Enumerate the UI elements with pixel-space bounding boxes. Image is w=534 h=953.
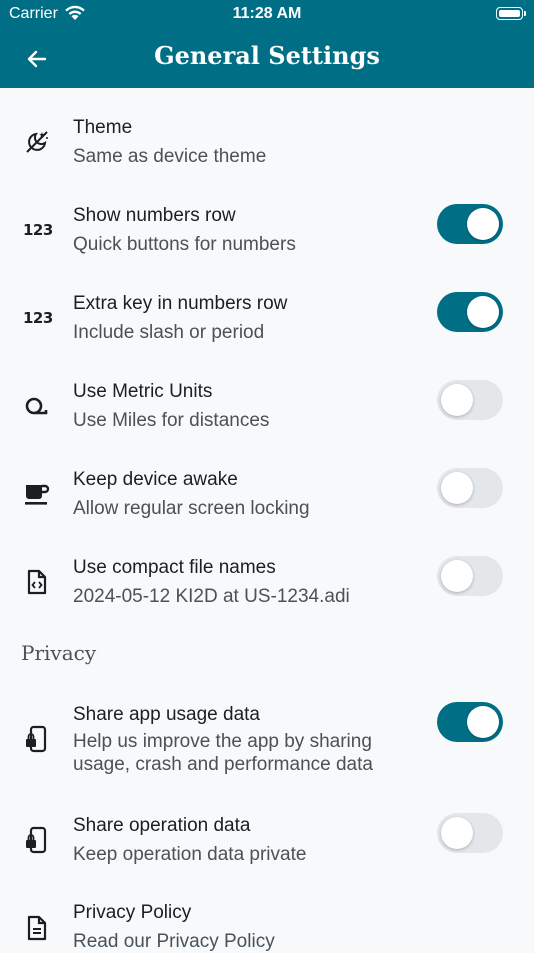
setting-title: Share app usage data [73, 704, 260, 725]
metric-units-toggle[interactable] [437, 380, 503, 420]
setting-theme[interactable]: Theme Same as device theme [0, 88, 534, 176]
document-icon [27, 915, 47, 941]
setting-metric-units[interactable]: Use Metric Units Use Miles for distances [0, 364, 534, 444]
keep-awake-toggle[interactable] [437, 468, 503, 508]
setting-subtitle: Same as device theme [73, 146, 267, 167]
setting-title: Privacy Policy [73, 902, 192, 923]
setting-subtitle: Help us improve the app by sharing usage… [73, 731, 373, 775]
coffee-icon [25, 484, 50, 505]
setting-title: Extra key in numbers row [73, 293, 288, 314]
share-operation-data-toggle[interactable] [437, 813, 503, 853]
setting-title: Keep device awake [73, 469, 238, 490]
setting-title: Theme [73, 117, 133, 138]
toggle-knob [467, 208, 499, 240]
setting-show-numbers-row[interactable]: 123 Show numbers row Quick buttons for n… [0, 188, 534, 268]
toggle-knob [467, 706, 499, 738]
toggle-knob [467, 296, 499, 328]
setting-title: Share operation data [73, 815, 251, 836]
battery-icon [496, 7, 526, 20]
share-usage-data-toggle[interactable] [437, 702, 503, 742]
numbers-icon: 123 [23, 221, 53, 239]
setting-subtitle: Include slash or period [73, 322, 265, 343]
setting-subtitle: Quick buttons for numbers [73, 234, 296, 255]
setting-compact-file-names[interactable]: Use compact file names 2024-05-12 KI2D a… [0, 540, 534, 620]
toggle-knob [441, 560, 473, 592]
code-file-icon [27, 569, 47, 595]
toggle-knob [441, 472, 473, 504]
setting-privacy-policy[interactable]: Privacy Policy Read our Privacy Policy [0, 888, 534, 952]
toggle-knob [441, 817, 473, 849]
app-bar: General Settings [0, 30, 534, 88]
setting-share-usage-data[interactable]: Share app usage data Help us improve the… [0, 688, 534, 788]
setting-subtitle: Keep operation data private [73, 844, 307, 865]
setting-subtitle: 2024-05-12 KI2D at US-1234.adi [73, 586, 350, 607]
phone-lock-icon [26, 725, 47, 753]
phone-lock-icon [26, 826, 47, 854]
extra-key-toggle[interactable] [437, 292, 503, 332]
toggle-knob [441, 384, 473, 416]
compact-file-names-toggle[interactable] [437, 556, 503, 596]
setting-extra-key[interactable]: 123 Extra key in numbers row Include sla… [0, 276, 534, 356]
status-bar: Carrier 11:28 AM [0, 0, 534, 30]
setting-subtitle: Use Miles for distances [73, 410, 270, 431]
measure-icon [25, 397, 48, 415]
setting-title: Use compact file names [73, 557, 276, 578]
setting-title: Show numbers row [73, 205, 236, 226]
setting-title: Use Metric Units [73, 381, 213, 402]
theme-icon [26, 131, 48, 153]
numbers-icon: 123 [23, 309, 53, 327]
section-header-privacy: Privacy [21, 641, 97, 665]
setting-share-operation-data[interactable]: Share operation data Keep operation data… [0, 800, 534, 880]
setting-keep-awake[interactable]: Keep device awake Allow regular screen l… [0, 452, 534, 532]
setting-subtitle: Allow regular screen locking [73, 498, 310, 519]
page-title: General Settings [154, 41, 380, 70]
show-numbers-row-toggle[interactable] [437, 204, 503, 244]
clock: 11:28 AM [232, 5, 302, 22]
